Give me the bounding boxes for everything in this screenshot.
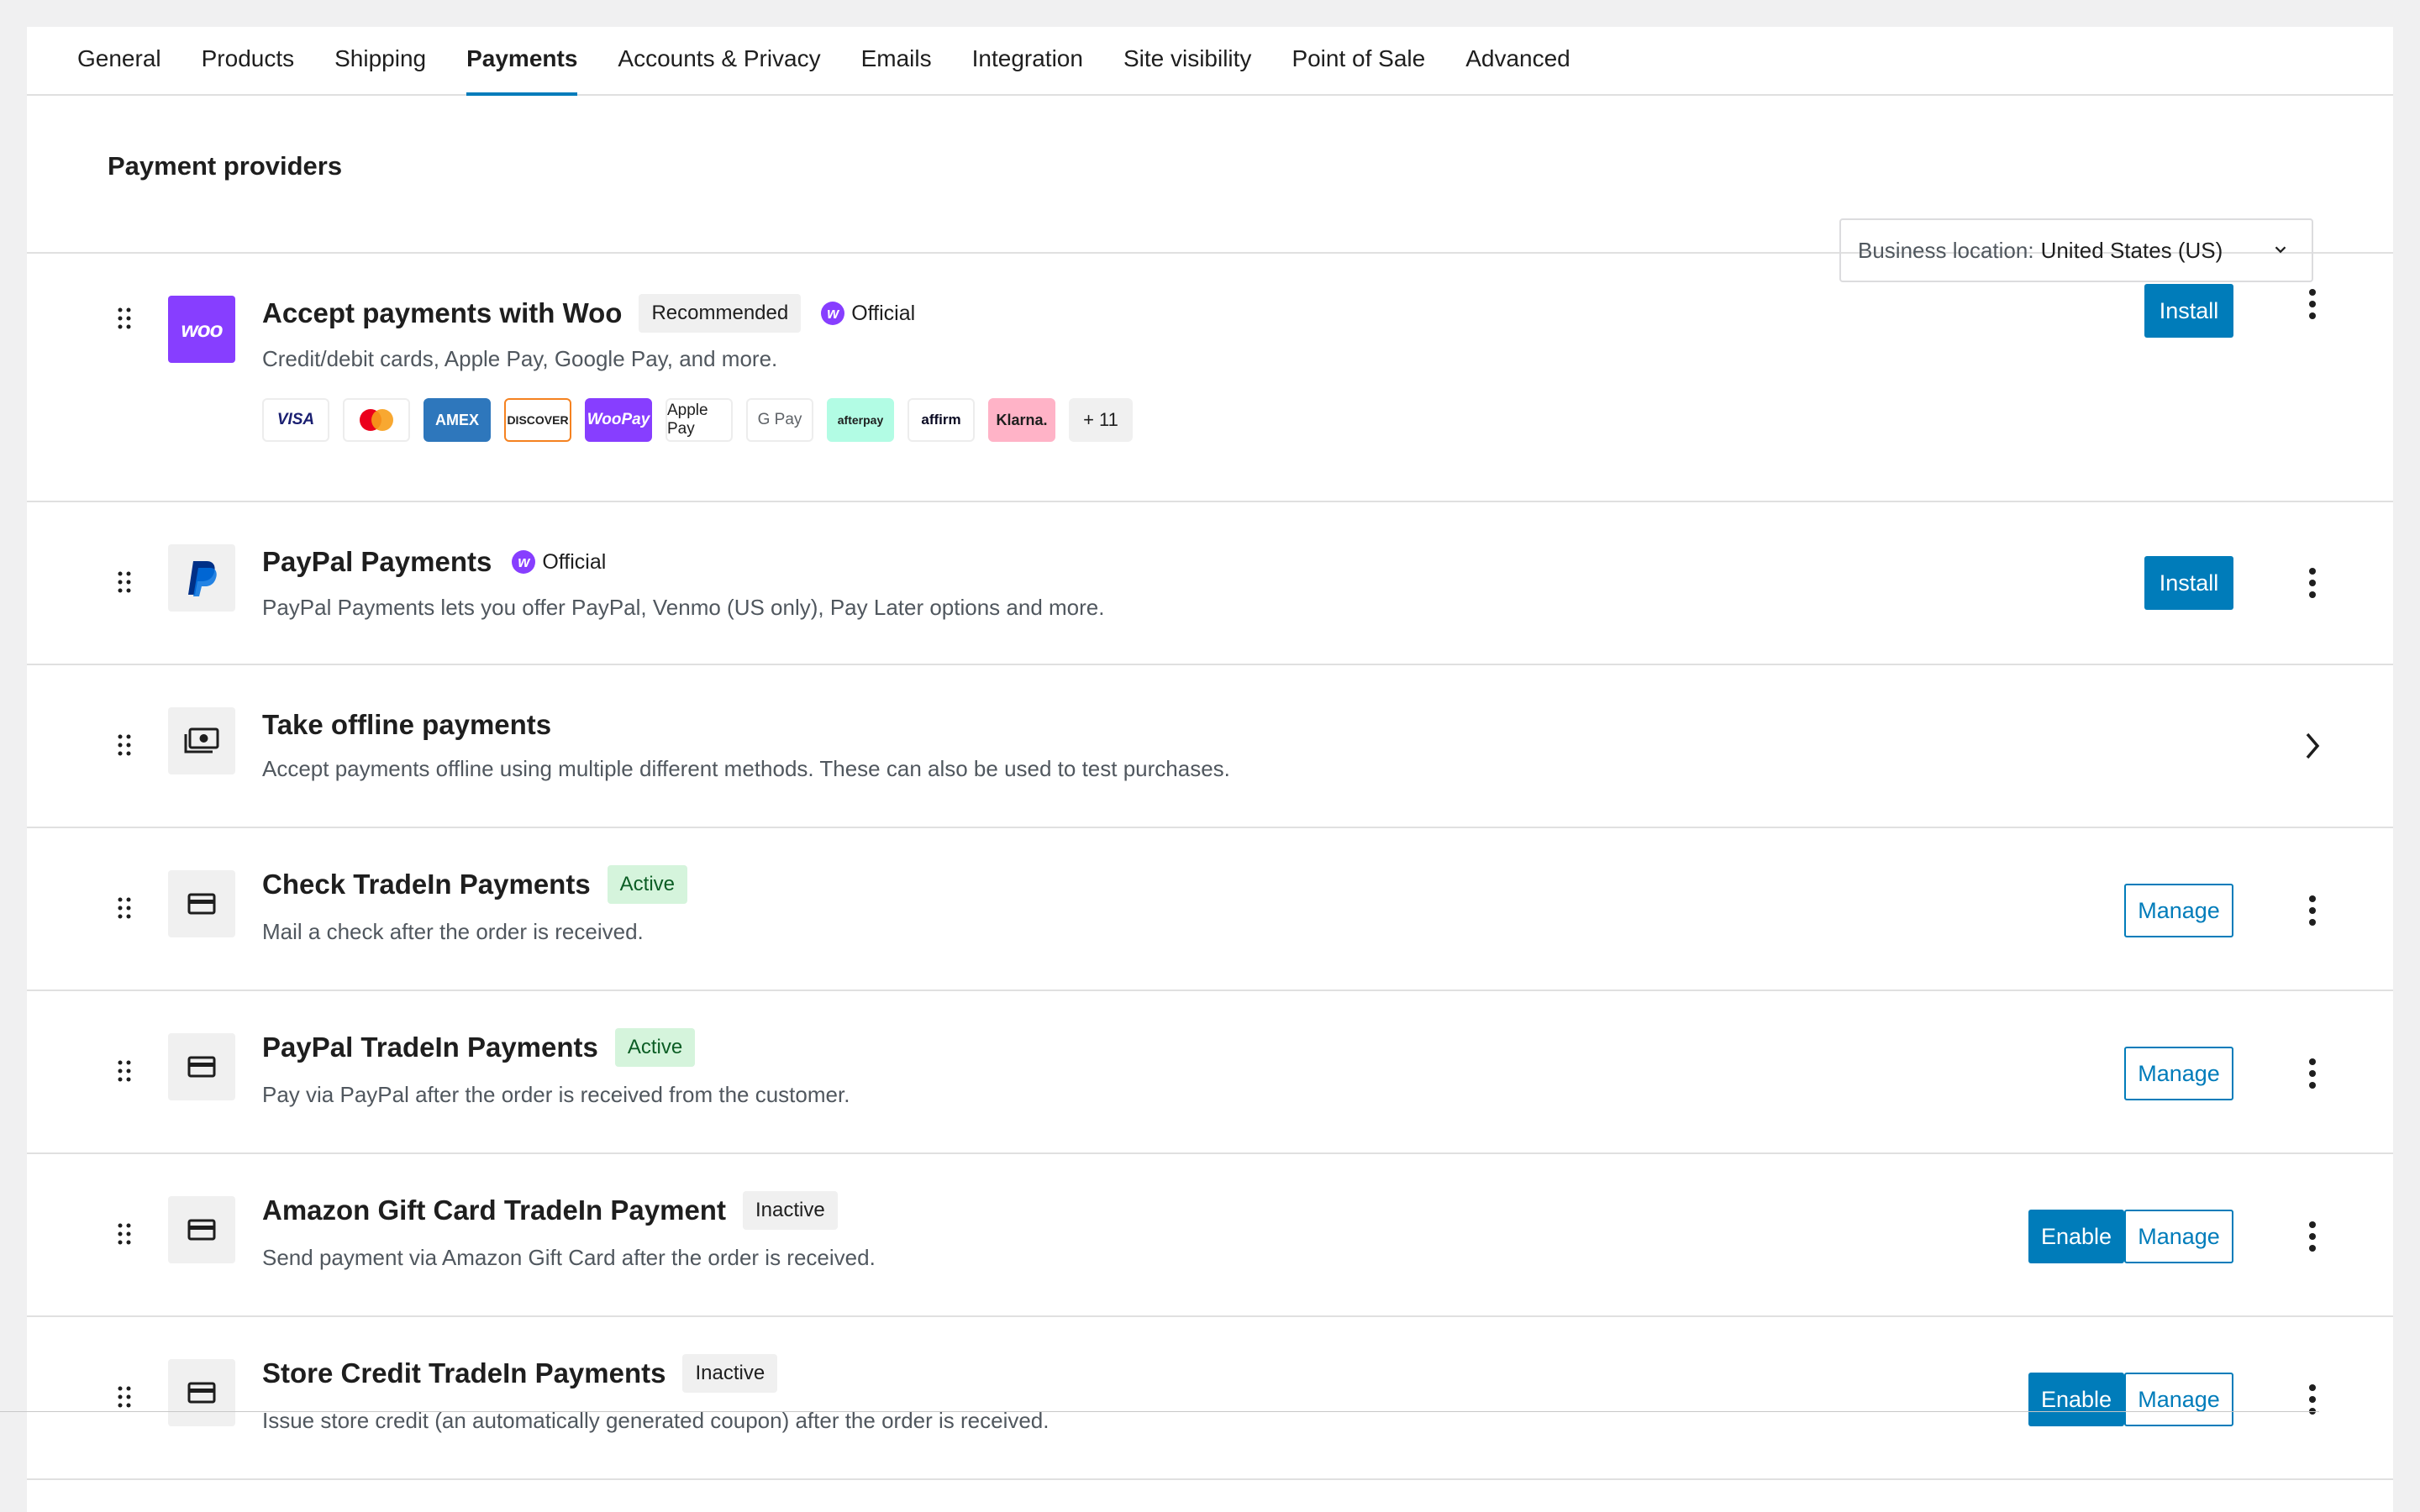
payment-methods-list: VISA AMEX DISCOVER WooPay Apple Pay G Pa… [262,398,1146,442]
settings-panel: General Products Shipping Payments Accou… [27,27,2393,1512]
more-options-icon[interactable] [2296,890,2329,931]
official-badge: w Official [512,550,606,575]
provider-name: Accept payments with Woo [262,297,623,328]
more-options-icon[interactable] [2296,1216,2329,1257]
tab-site-visibility[interactable]: Site visibility [1123,27,1251,94]
drag-handle-icon[interactable] [116,895,133,921]
provider-title-line: PayPal TradeIn Payments Active [262,1028,696,1067]
woopay-icon: WooPay [585,398,652,442]
settings-tabs: General Products Shipping Payments Accou… [27,27,2393,96]
amex-icon: AMEX [424,398,491,442]
provider-row-offline: Take offline payments Accept payments of… [27,665,2393,828]
provider-description: PayPal Payments lets you offer PayPal, V… [262,595,1105,620]
card-icon [168,870,235,937]
apple-pay-icon: Apple Pay [666,398,733,442]
more-options-icon[interactable] [2296,1379,2329,1420]
tab-payments[interactable]: Payments [466,27,578,96]
tab-accounts-privacy[interactable]: Accounts & Privacy [618,27,820,94]
provider-name: Store Credit TradeIn Payments [262,1357,666,1389]
drag-handle-icon[interactable] [116,306,133,331]
card-icon [168,1359,235,1426]
provider-title-line: Accept payments with Woo Recommended w O… [262,294,915,333]
mastercard-icon [343,398,410,442]
recommended-badge: Recommended [639,294,802,333]
provider-name: PayPal TradeIn Payments [262,1032,598,1063]
status-badge: Active [614,1028,696,1067]
manage-button[interactable]: Manage [2124,1047,2233,1100]
provider-name: Amazon Gift Card TradeIn Payment [262,1194,726,1226]
tab-emails[interactable]: Emails [861,27,932,94]
tab-general[interactable]: General [77,27,161,94]
provider-title-line: Amazon Gift Card TradeIn Payment Inactiv… [262,1191,838,1230]
visa-icon: VISA [262,398,329,442]
card-icon [168,1033,235,1100]
enable-button[interactable]: Enable [2028,1210,2124,1263]
tab-shipping[interactable]: Shipping [334,27,426,94]
payment-providers-header: Payment providers Business location: Uni… [27,96,2393,282]
google-pay-icon: G Pay [746,398,813,442]
drag-handle-icon[interactable] [116,570,133,595]
discover-icon: DISCOVER [504,398,571,442]
install-woo-button[interactable]: Install [2144,284,2233,338]
tab-products[interactable]: Products [202,27,295,94]
provider-name: Check TradeIn Payments [262,869,591,900]
manage-button[interactable]: Manage [2124,1373,2233,1426]
chevron-right-icon[interactable] [2296,726,2329,766]
tab-advanced[interactable]: Advanced [1465,27,1570,94]
install-paypal-button[interactable]: Install [2144,556,2233,610]
provider-row-store-credit: Store Credit TradeIn Payments Inactive I… [27,1317,2393,1480]
woo-official-icon: w [821,302,845,325]
woo-logo-icon: woo [168,296,235,363]
drag-handle-icon[interactable] [116,1221,133,1247]
official-badge: w Official [821,302,915,326]
drag-handle-icon[interactable] [116,1384,133,1410]
more-options-icon[interactable] [2296,284,2329,324]
affirm-icon: affirm [908,398,975,442]
afterpay-icon: afterpay [827,398,894,442]
enable-button[interactable]: Enable [2028,1373,2124,1426]
woo-official-icon: w [512,550,536,574]
provider-row-paypal-tradein: PayPal TradeIn Payments Active Pay via P… [27,991,2393,1154]
provider-row-amazon-gift-card: Amazon Gift Card TradeIn Payment Inactiv… [27,1154,2393,1317]
drag-handle-icon[interactable] [116,732,133,758]
more-methods-count[interactable]: + 11 [1069,398,1133,442]
more-options-icon[interactable] [2296,1053,2329,1094]
provider-description: Mail a check after the order is received… [262,919,644,944]
provider-name: PayPal Payments [262,546,492,577]
provider-title-line: Store Credit TradeIn Payments Inactive [262,1354,778,1393]
provider-title-line: PayPal Payments w Official [262,546,606,578]
provider-row-paypal: PayPal Payments w Official PayPal Paymen… [27,502,2393,665]
paypal-icon [168,544,235,612]
provider-description: Send payment via Amazon Gift Card after … [262,1245,876,1270]
manage-button[interactable]: Manage [2124,884,2233,937]
klarna-icon: Klarna. [988,398,1055,442]
status-badge: Inactive [682,1354,778,1393]
money-icon [168,707,235,774]
tab-point-of-sale[interactable]: Point of Sale [1292,27,1425,94]
provider-row-check-tradein: Check TradeIn Payments Active Mail a che… [27,828,2393,991]
provider-title-line: Take offline payments [262,709,551,741]
provider-name: Take offline payments [262,709,552,740]
status-badge: Inactive [742,1191,838,1230]
divider [0,1411,2319,1412]
provider-title-line: Check TradeIn Payments Active [262,865,688,904]
provider-row-woo: woo Accept payments with Woo Recommended… [27,254,2393,502]
drag-handle-icon[interactable] [116,1058,133,1084]
tab-integration[interactable]: Integration [972,27,1083,94]
provider-description: Credit/debit cards, Apple Pay, Google Pa… [262,346,778,371]
status-badge: Active [607,865,688,904]
more-options-icon[interactable] [2296,563,2329,603]
card-icon [168,1196,235,1263]
provider-description: Accept payments offline using multiple d… [262,756,1230,781]
manage-button[interactable]: Manage [2124,1210,2233,1263]
provider-description: Pay via PayPal after the order is receiv… [262,1082,850,1107]
section-title: Payment providers [108,151,343,181]
